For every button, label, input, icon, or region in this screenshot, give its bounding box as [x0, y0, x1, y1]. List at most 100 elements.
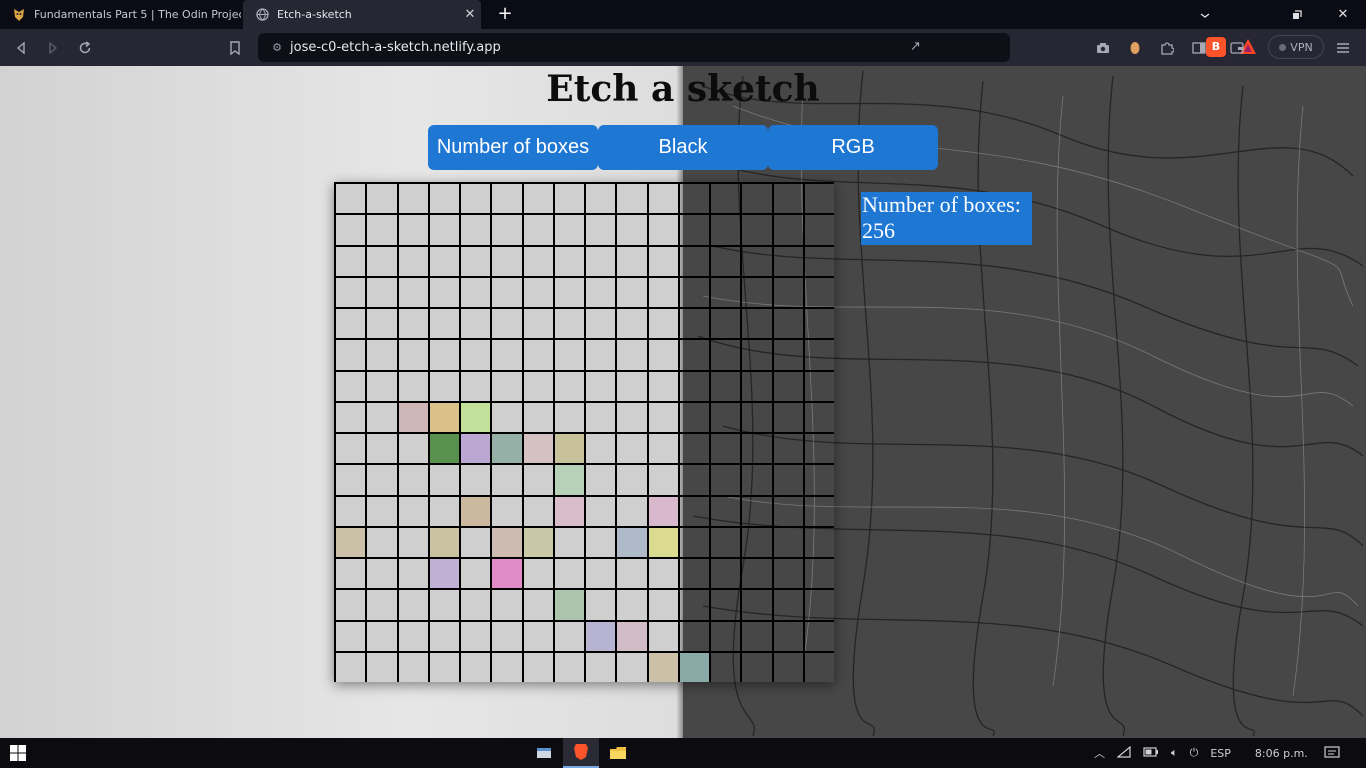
grid-cell[interactable]: [646, 182, 678, 214]
grid-cell[interactable]: [365, 307, 397, 339]
grid-cell[interactable]: [396, 463, 428, 495]
grid-cell[interactable]: [334, 619, 366, 651]
grid-cell[interactable]: [771, 307, 803, 339]
grid-cell[interactable]: [646, 400, 678, 432]
grid-cell[interactable]: [740, 494, 772, 526]
grid-cell[interactable]: [490, 494, 522, 526]
grid-cell[interactable]: [615, 244, 647, 276]
grid-cell[interactable]: [552, 588, 584, 620]
grid-cell[interactable]: [459, 244, 491, 276]
rgb-mode-button[interactable]: RGB: [768, 125, 938, 170]
number-of-boxes-button[interactable]: Number of boxes: [428, 125, 598, 170]
grid-cell[interactable]: [740, 307, 772, 339]
grid-cell[interactable]: [584, 432, 616, 464]
chevron-up-icon[interactable]: ︿: [1094, 745, 1105, 761]
grid-cell[interactable]: [677, 432, 709, 464]
grid-cell[interactable]: [552, 244, 584, 276]
grid-cell[interactable]: [771, 369, 803, 401]
grid-cell[interactable]: [802, 244, 834, 276]
grid-cell[interactable]: [459, 619, 491, 651]
grid-cell[interactable]: [334, 650, 366, 682]
grid-cell[interactable]: [396, 244, 428, 276]
new-tab-button[interactable]: +: [494, 3, 516, 25]
network-icon[interactable]: [1116, 745, 1131, 761]
grid-cell[interactable]: [802, 213, 834, 245]
grid-cell[interactable]: [615, 619, 647, 651]
grid-cell[interactable]: [365, 619, 397, 651]
grid-cell[interactable]: [521, 619, 553, 651]
grid-cell[interactable]: [709, 650, 741, 682]
grid-cell[interactable]: [771, 338, 803, 370]
grid-cell[interactable]: [396, 525, 428, 557]
grid-cell[interactable]: [677, 619, 709, 651]
grid-cell[interactable]: [459, 307, 491, 339]
grid-cell[interactable]: [709, 619, 741, 651]
address-bar[interactable]: ⚙ jose-c0-etch-a-sketch.netlify.app ↗ B: [258, 33, 1256, 62]
grid-cell[interactable]: [334, 494, 366, 526]
language-indicator[interactable]: ESP: [1210, 747, 1231, 760]
grid-cell[interactable]: [365, 182, 397, 214]
grid-cell[interactable]: [427, 588, 459, 620]
grid-cell[interactable]: [521, 244, 553, 276]
grid-cell[interactable]: [709, 275, 741, 307]
grid-cell[interactable]: [709, 369, 741, 401]
grid-cell[interactable]: [365, 244, 397, 276]
grid-cell[interactable]: [802, 432, 834, 464]
grid-cell[interactable]: [740, 244, 772, 276]
grid-cell[interactable]: [615, 588, 647, 620]
grid-cell[interactable]: [615, 338, 647, 370]
grid-cell[interactable]: [615, 213, 647, 245]
grid-cell[interactable]: [396, 400, 428, 432]
grid-cell[interactable]: [771, 275, 803, 307]
grid-cell[interactable]: [584, 369, 616, 401]
grid-cell[interactable]: [396, 619, 428, 651]
grid-cell[interactable]: [334, 588, 366, 620]
grid-cell[interactable]: [677, 369, 709, 401]
grid-cell[interactable]: [709, 494, 741, 526]
taskbar-file-explorer-icon[interactable]: [600, 738, 636, 768]
grid-cell[interactable]: [615, 525, 647, 557]
grid-cell[interactable]: [584, 400, 616, 432]
grid-cell[interactable]: [709, 338, 741, 370]
grid-cell[interactable]: [709, 557, 741, 589]
tab-etch-a-sketch[interactable]: Etch-a-sketch ✕: [243, 0, 481, 29]
grid-cell[interactable]: [396, 432, 428, 464]
grid-cell[interactable]: [365, 494, 397, 526]
grid-cell[interactable]: [709, 400, 741, 432]
battery-icon[interactable]: [1143, 746, 1159, 760]
grid-cell[interactable]: [802, 307, 834, 339]
grid-cell[interactable]: [709, 244, 741, 276]
grid-cell[interactable]: [677, 400, 709, 432]
grid-cell[interactable]: [584, 525, 616, 557]
grid-cell[interactable]: [615, 463, 647, 495]
grid-cell[interactable]: [396, 588, 428, 620]
grid-cell[interactable]: [584, 650, 616, 682]
grid-cell[interactable]: [552, 213, 584, 245]
grid-cell[interactable]: [584, 494, 616, 526]
forward-icon[interactable]: [40, 35, 66, 61]
grid-cell[interactable]: [740, 463, 772, 495]
grid-cell[interactable]: [365, 463, 397, 495]
grid-cell[interactable]: [521, 182, 553, 214]
grid-cell[interactable]: [459, 588, 491, 620]
grid-cell[interactable]: [802, 525, 834, 557]
grid-cell[interactable]: [615, 557, 647, 589]
grid-cell[interactable]: [365, 650, 397, 682]
grid-cell[interactable]: [521, 650, 553, 682]
grid-cell[interactable]: [521, 557, 553, 589]
grid-cell[interactable]: [615, 432, 647, 464]
grid-cell[interactable]: [490, 463, 522, 495]
grid-cell[interactable]: [521, 588, 553, 620]
grid-cell[interactable]: [740, 588, 772, 620]
grid-cell[interactable]: [396, 182, 428, 214]
grid-cell[interactable]: [552, 494, 584, 526]
grid-cell[interactable]: [584, 588, 616, 620]
back-icon[interactable]: [8, 35, 34, 61]
grid-cell[interactable]: [646, 275, 678, 307]
grid-cell[interactable]: [709, 182, 741, 214]
grid-cell[interactable]: [802, 400, 834, 432]
grid-cell[interactable]: [584, 213, 616, 245]
grid-cell[interactable]: [490, 525, 522, 557]
grid-cell[interactable]: [365, 557, 397, 589]
tab-odin[interactable]: Fundamentals Part 5 | The Odin Project: [0, 0, 241, 29]
